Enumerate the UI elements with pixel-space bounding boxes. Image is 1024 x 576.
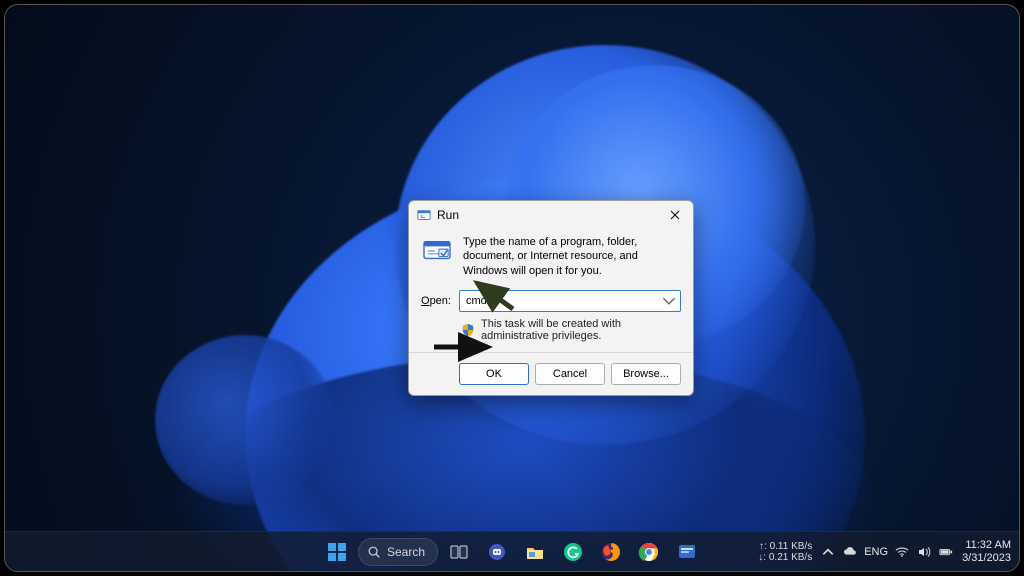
dialog-footer: OK Cancel Browse... bbox=[409, 352, 693, 395]
taskbar-clock[interactable]: 11:32 AM 3/31/2023 bbox=[962, 539, 1011, 563]
start-button[interactable] bbox=[320, 535, 354, 569]
taskbar-app-chat[interactable] bbox=[480, 535, 514, 569]
run-app-icon bbox=[421, 235, 453, 267]
dialog-body: Type the name of a program, folder, docu… bbox=[409, 229, 693, 352]
uac-shield-icon bbox=[461, 323, 475, 337]
taskbar-app-grammarly[interactable] bbox=[556, 535, 590, 569]
run-dialog: Run Type the name of a program, folder, … bbox=[408, 200, 694, 396]
firefox-icon bbox=[600, 541, 622, 563]
taskbar-app-explorer[interactable] bbox=[518, 535, 552, 569]
taskbar-right: ↑: 0.11 KB/s ↓: 0.21 KB/s ENG 11:32 AM 3… bbox=[758, 532, 1011, 571]
taskbar-app-generic[interactable] bbox=[670, 535, 704, 569]
chat-icon bbox=[486, 541, 508, 563]
open-combobox[interactable] bbox=[459, 290, 681, 312]
desktop: Run Type the name of a program, folder, … bbox=[4, 4, 1020, 572]
taskbar-center: Search bbox=[320, 535, 704, 569]
titlebar[interactable]: Run bbox=[409, 201, 693, 229]
dialog-title: Run bbox=[437, 208, 657, 222]
volume-icon[interactable] bbox=[916, 544, 932, 560]
close-button[interactable] bbox=[663, 205, 687, 225]
grammarly-icon bbox=[562, 541, 584, 563]
cancel-button[interactable]: Cancel bbox=[535, 363, 605, 385]
chevron-down-icon[interactable] bbox=[662, 294, 676, 308]
language-indicator[interactable]: ENG bbox=[864, 546, 888, 558]
taskbar-app-chrome[interactable] bbox=[632, 535, 666, 569]
browse-button[interactable]: Browse... bbox=[611, 363, 681, 385]
taskbar: Search ↑: 0.11 bbox=[5, 531, 1019, 571]
ok-button[interactable]: OK bbox=[459, 363, 529, 385]
search-label: Search bbox=[387, 545, 425, 559]
task-view-icon bbox=[448, 541, 470, 563]
open-input[interactable] bbox=[460, 295, 680, 307]
onedrive-icon[interactable] bbox=[842, 544, 858, 560]
run-title-icon bbox=[417, 208, 431, 222]
admin-privileges-note: This task will be created with administr… bbox=[481, 318, 681, 342]
chrome-icon bbox=[638, 541, 660, 563]
network-speed-indicator[interactable]: ↑: 0.11 KB/s ↓: 0.21 KB/s bbox=[758, 541, 812, 563]
wallpaper-shape bbox=[155, 335, 335, 505]
windows-logo-icon bbox=[326, 541, 348, 563]
open-label: Open: bbox=[421, 295, 451, 307]
taskbar-app-firefox[interactable] bbox=[594, 535, 628, 569]
task-view-button[interactable] bbox=[442, 535, 476, 569]
close-icon bbox=[670, 210, 680, 220]
taskbar-search[interactable]: Search bbox=[358, 538, 438, 566]
search-icon bbox=[367, 545, 381, 559]
battery-icon[interactable] bbox=[938, 544, 954, 560]
dialog-description: Type the name of a program, folder, docu… bbox=[463, 235, 681, 278]
system-tray[interactable]: ENG bbox=[820, 544, 954, 560]
tray-overflow-icon[interactable] bbox=[820, 544, 836, 560]
file-explorer-icon bbox=[524, 541, 546, 563]
wifi-icon[interactable] bbox=[894, 544, 910, 560]
app-icon bbox=[676, 541, 698, 563]
